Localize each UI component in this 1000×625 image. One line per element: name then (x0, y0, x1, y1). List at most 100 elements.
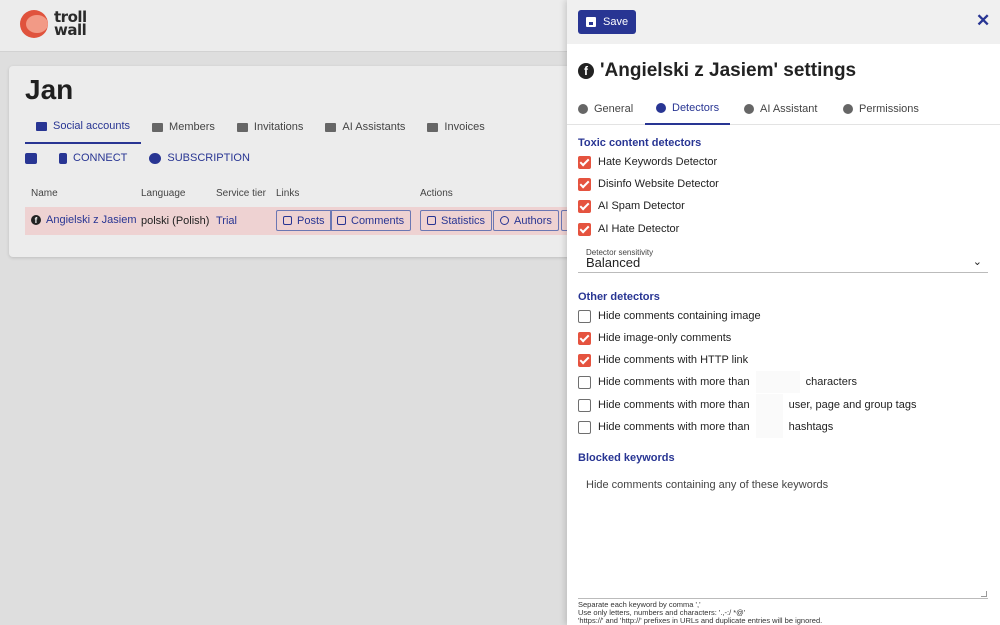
checkbox-unchecked[interactable] (578, 398, 591, 412)
tab-label: General (594, 102, 634, 115)
drawer-title-text: 'Angielski z Jasiem' settings (600, 60, 857, 81)
table-header: Name Language Service tier Links Actions (25, 188, 580, 202)
save-button[interactable]: Save (578, 10, 637, 34)
checkbox-checked[interactable] (578, 331, 591, 345)
close-icon[interactable]: ✕ (976, 12, 990, 30)
max-characters-checkbox[interactable]: Hide comments with more than characters (578, 371, 857, 393)
account-name: Angielski z Jasiem (46, 214, 137, 226)
hide-image-only-checkbox[interactable]: Hide image-only comments (578, 330, 731, 346)
organization-tabs: Social accounts Members Invitations AI A… (25, 116, 496, 144)
logo-text-line-2: wall (54, 21, 87, 39)
max-tags-input[interactable] (755, 394, 783, 416)
resize-handle-icon[interactable] (981, 591, 987, 597)
authors-label: Authors (514, 214, 552, 227)
logo[interactable]: troll wall (20, 10, 87, 38)
account-name-cell[interactable]: f Angielski z Jasiem (31, 214, 136, 226)
table-icon (25, 152, 37, 164)
hide-image-comments-checkbox[interactable]: Hide comments containing image (578, 308, 761, 324)
tab-ai-assistants[interactable]: AI Assistants (314, 116, 416, 144)
posts-button[interactable]: Posts (276, 210, 332, 231)
checkbox-unchecked[interactable] (578, 420, 591, 434)
checkbox-label: Hide comments with more than (598, 399, 750, 411)
posts-label: Posts (297, 214, 325, 227)
checkbox-label: Disinfo Website Detector (598, 178, 719, 190)
tab-label: Permissions (859, 102, 919, 115)
tab-label: Detectors (672, 101, 720, 114)
tab-label: Invoices (444, 121, 485, 133)
checkbox-label: Hide image-only comments (598, 332, 732, 344)
tab-invitations[interactable]: Invitations (226, 116, 315, 144)
help-line: 'https://' and 'http://' prefixes in URL… (578, 616, 823, 625)
organization-name: Jan (25, 74, 74, 105)
tab-label: AI Assistants (342, 121, 406, 133)
tab-permissions[interactable]: Permissions (832, 92, 930, 125)
hide-http-link-checkbox[interactable]: Hide comments with HTTP link (578, 352, 748, 368)
tab-label: Social accounts (53, 120, 131, 132)
ai-spam-checkbox[interactable]: AI Spam Detector (578, 198, 685, 214)
checkbox-label: Hide comments with more than (598, 376, 750, 388)
paper-plane-icon (236, 122, 248, 132)
drawer-toolbar: Save ✕ (567, 0, 1000, 44)
column-header: Links (276, 188, 300, 199)
comments-button[interactable]: Comments (330, 210, 412, 231)
tab-social-accounts[interactable]: Social accounts (25, 116, 142, 144)
tab-invoices[interactable]: Invoices (416, 116, 495, 144)
subscription-label: SUBSCRIPTION (167, 152, 250, 164)
authors-button[interactable]: Authors (493, 210, 559, 231)
checkbox-checked[interactable] (578, 177, 591, 191)
file-icon (283, 216, 292, 225)
settings-drawer: Save ✕ f 'Angielski z Jasiem' settings G… (567, 0, 1000, 625)
comments-label: Comments (351, 214, 405, 227)
tier-cell[interactable]: Trial (216, 215, 237, 227)
checkbox-unchecked[interactable] (578, 375, 591, 389)
other-detectors-heading: Other detectors (578, 291, 660, 303)
ai-hate-checkbox[interactable]: AI Hate Detector (578, 221, 679, 237)
connect-button[interactable]: CONNECT (59, 152, 127, 164)
checkbox-suffix: hashtags (788, 421, 834, 433)
checkbox-label: Hide comments with HTTP link (598, 354, 749, 366)
robot-icon (325, 122, 337, 132)
plug-icon (59, 152, 67, 164)
logo-mark-icon (20, 10, 48, 38)
chevron-down-icon: ⌄ (972, 256, 982, 268)
tab-members[interactable]: Members (141, 116, 226, 144)
save-icon (586, 17, 596, 27)
checkbox-suffix: user, page and group tags (788, 399, 917, 411)
users-icon (152, 122, 164, 132)
facebook-icon: f (578, 63, 594, 79)
checkbox-checked[interactable] (578, 199, 591, 213)
tab-detectors[interactable]: Detectors (645, 92, 731, 125)
disinfo-website-checkbox[interactable]: Disinfo Website Detector (578, 176, 719, 192)
checkbox-suffix: characters (805, 376, 857, 388)
tab-general[interactable]: General (567, 92, 644, 125)
max-hashtags-checkbox[interactable]: Hide comments with more than hashtags (578, 416, 834, 438)
statistics-button[interactable]: Statistics (420, 210, 493, 231)
checkbox-checked[interactable] (578, 222, 591, 236)
tab-ai-assistant[interactable]: AI Assistant (733, 92, 828, 125)
facebook-icon: f (31, 215, 41, 225)
checkbox-unchecked[interactable] (578, 309, 591, 323)
checkbox-checked[interactable] (578, 353, 591, 367)
checkbox-checked[interactable] (578, 155, 591, 169)
sensitivity-select[interactable]: Balanced ⌄ (578, 255, 988, 273)
table-row: f Angielski z Jasiem polski (Polish) Tri… (25, 207, 581, 235)
chart-icon (427, 216, 436, 225)
checkbox-label: AI Spam Detector (598, 200, 685, 212)
reply-icon (744, 103, 754, 114)
tab-label: AI Assistant (760, 102, 818, 115)
hate-keywords-checkbox[interactable]: Hate Keywords Detector (578, 154, 717, 170)
save-label: Save (603, 16, 629, 28)
drawer-tabs: General Detectors AI Assistant Permissio… (567, 92, 1000, 125)
subscription-button[interactable]: SUBSCRIPTION (149, 152, 250, 164)
toxic-detectors-heading: Toxic content detectors (578, 137, 702, 149)
user-cog-icon (843, 103, 853, 114)
blocked-keywords-textarea[interactable]: Hide comments containing any of these ke… (578, 469, 988, 599)
max-characters-input[interactable] (755, 371, 800, 393)
table-view-button[interactable] (25, 152, 37, 164)
column-header: Language (141, 188, 186, 199)
user-circle-icon (500, 216, 509, 225)
max-tags-checkbox[interactable]: Hide comments with more than user, page … (578, 394, 917, 416)
drawer-title: f 'Angielski z Jasiem' settings (578, 60, 856, 82)
tab-label: Invitations (253, 121, 304, 133)
max-hashtags-input[interactable] (755, 416, 783, 438)
